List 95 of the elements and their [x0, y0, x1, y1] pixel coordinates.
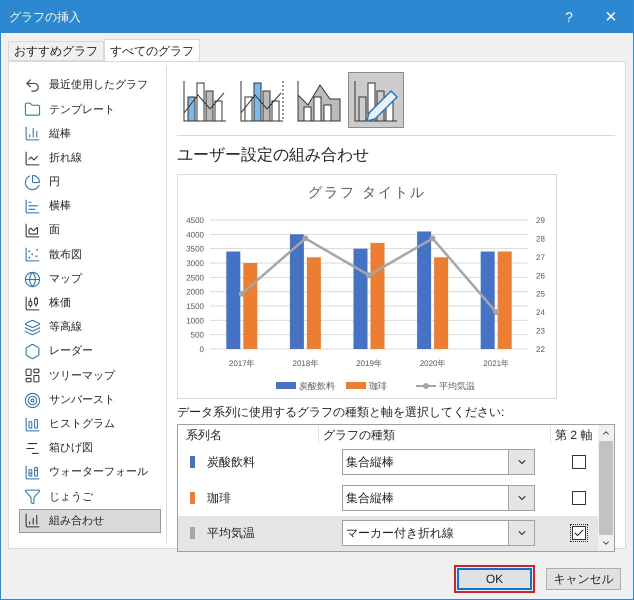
sidebar-item[interactable]: ツリーマップ [19, 364, 161, 388]
pie-chart-icon [24, 174, 41, 191]
series-name: 炭酸飲料 [207, 454, 256, 472]
sidebar-item[interactable]: 株価 [19, 292, 161, 315]
sidebar-item[interactable]: 箱ひげ図 [19, 436, 161, 460]
axis-tick-label: 4000 [186, 230, 204, 240]
table-row[interactable]: 平均気温 マーカー付き折れ線 [178, 516, 598, 551]
axis-tick-label: 24 [536, 308, 545, 318]
tab[interactable]: すべてのグラフ [104, 39, 200, 62]
chart-marker [238, 290, 245, 297]
sidebar-item[interactable]: 折れ線 [19, 146, 161, 170]
sidebar-item[interactable]: 等高線 [19, 316, 161, 340]
axis-tick-label: 3500 [186, 244, 204, 254]
help-button[interactable]: ? [549, 1, 589, 33]
window-title: グラフの挿入 [9, 9, 82, 26]
candlestick-chart-icon [24, 294, 41, 312]
undo-arrow-icon [24, 77, 41, 94]
sidebar-item[interactable]: ヒストグラム [19, 412, 161, 436]
column-header: 第 2 軸 [550, 426, 592, 444]
axis-tick-label: 4500 [186, 216, 204, 225]
secondary-axis-checkbox[interactable] [572, 455, 586, 470]
axis-tick-label: 500 [190, 330, 204, 340]
secondary-axis-checkbox[interactable] [572, 526, 586, 540]
sidebar-item[interactable]: サンバースト [19, 388, 161, 412]
chart-type-dropdown[interactable]: マーカー付き折れ線 [342, 520, 535, 546]
scatter-chart-icon [24, 246, 41, 264]
series-name: 平均気温 [207, 525, 256, 542]
series-name: 珈琲 [207, 490, 232, 507]
axis-tick-label: 27 [536, 252, 545, 262]
axis-tick-label: 0 [200, 345, 204, 354]
stacked-column-chart-icon [24, 464, 41, 482]
legend-swatch [276, 382, 296, 389]
axis-tick-label: 26 [536, 271, 545, 280]
grid-icon [24, 367, 41, 384]
bar-chart-icon [24, 125, 41, 142]
area-chart-icon [24, 222, 41, 240]
axis-tick-label: 23 [536, 326, 545, 336]
chart-marker [302, 235, 308, 242]
axis-tick-label: 28 [536, 234, 545, 244]
column-chart-icon [24, 416, 41, 433]
axis-tick-label: 3000 [186, 259, 204, 268]
sidebar-item[interactable]: 横棒 [19, 194, 161, 218]
axis-tick-label: 2000 [186, 288, 204, 297]
globe-icon [24, 270, 41, 288]
sidebar-item[interactable]: ウォーターフォール [19, 461, 161, 484]
close-button[interactable]: × [589, 1, 633, 33]
axis-tick-label: 22 [536, 345, 545, 354]
chart-subtype-button[interactable] [348, 72, 404, 128]
column-header: 系列名 [185, 426, 223, 444]
axis-tick-label: 1500 [186, 302, 204, 311]
target-icon [24, 392, 41, 409]
legend-label: 珈琲 [369, 381, 387, 391]
dialog-button[interactable]: キャンセル [546, 568, 621, 590]
funnel-icon [24, 488, 41, 506]
legend-label: 平均気温 [439, 381, 475, 391]
chart-marker [366, 272, 372, 278]
sidebar-item[interactable]: 最近使用したグラフ [19, 74, 161, 98]
sidebar-item[interactable]: 散布図 [19, 243, 161, 266]
axis-tick-label: 25 [536, 290, 545, 299]
instruction-text: データ系列に使用するグラフの種類と軸を選択してください: [177, 404, 506, 421]
hexagon-icon [24, 343, 41, 360]
chart-marker [430, 235, 436, 242]
layers-icon [24, 318, 41, 336]
sidebar-item[interactable]: 組み合わせ [19, 509, 161, 533]
axis-tick-label: 2019年 [356, 359, 382, 368]
line-chart-icon [24, 150, 41, 167]
sidebar-item[interactable]: 面 [19, 219, 161, 242]
dialog-button[interactable]: OK [457, 568, 532, 590]
chart-type-dropdown[interactable]: 集合縦棒 [342, 484, 535, 511]
scrollbar-thumb[interactable] [599, 441, 613, 535]
sidebar-item[interactable]: レーダー [19, 340, 161, 364]
axis-tick-label: 2018年 [292, 359, 318, 368]
sidebar-item[interactable]: 円 [19, 170, 161, 194]
chart-marker [493, 309, 500, 316]
chart-title: グラフ タイトル [308, 184, 426, 200]
axis-tick-label: 1000 [186, 316, 204, 326]
legend-label: 炭酸飲料 [299, 381, 335, 391]
axis-tick-label: 29 [536, 216, 545, 225]
horizontal-bar-chart-icon [24, 198, 41, 216]
legend-line-icon [416, 383, 436, 389]
tab[interactable]: おすすめグラフ [8, 41, 104, 61]
section-heading: ユーザー設定の組み合わせ [177, 146, 370, 166]
sidebar-item[interactable]: じょうご [19, 485, 161, 508]
column-header: グラフの種類 [318, 426, 550, 444]
sidebar-item[interactable]: マップ [19, 268, 161, 291]
axis-tick-label: 2021年 [483, 359, 510, 368]
axis-tick-label: 2500 [186, 273, 204, 282]
sidebar-item[interactable]: テンプレート [19, 98, 161, 122]
folder-icon [24, 101, 41, 118]
axis-tick-label: 2020年 [420, 359, 446, 368]
secondary-axis-checkbox[interactable] [572, 490, 586, 505]
legend-swatch [346, 382, 366, 389]
chart-type-dropdown[interactable]: 集合縦棒 [342, 449, 535, 476]
axis-tick-label: 2017年 [228, 359, 255, 368]
sidebar-item[interactable]: 縦棒 [19, 122, 161, 146]
